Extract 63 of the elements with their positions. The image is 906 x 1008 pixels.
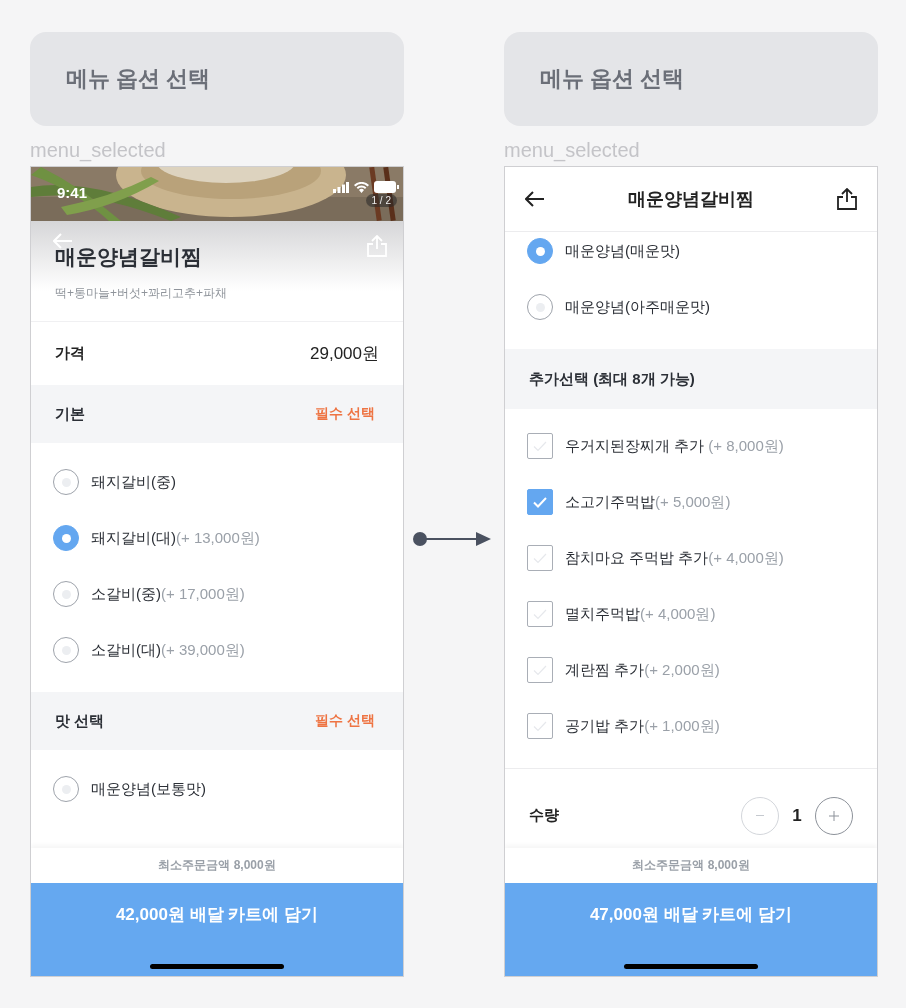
option-label[interactable]: 계란찜 추가	[565, 660, 645, 680]
check-icon	[533, 552, 547, 564]
option-label[interactable]: 매운양념(아주매운맛)	[565, 297, 710, 317]
price-label: 가격	[55, 344, 85, 363]
check-icon	[533, 720, 547, 732]
option-label[interactable]: 참치마요 주먹밥 추가	[565, 548, 709, 568]
battery-icon	[374, 181, 399, 193]
menu-title: 매운양념갈비찜	[55, 245, 203, 269]
option-price: (+ 8,000원)	[707, 436, 784, 456]
quantity-value: 1	[791, 805, 803, 826]
option-price: (+ 1,000원)	[644, 716, 720, 736]
checkbox[interactable]	[527, 545, 553, 571]
check-icon	[533, 664, 547, 676]
option-label[interactable]: 소갈비(대)	[91, 640, 161, 660]
check-icon	[533, 440, 547, 452]
decrease-button[interactable]	[741, 796, 779, 835]
radio-button[interactable]	[527, 238, 553, 264]
minimum-order-text: 최소주문금액 8,000원	[632, 857, 750, 874]
share-icon[interactable]	[837, 188, 857, 210]
price-value: 29,000원	[310, 343, 379, 365]
quantity-label: 수량	[529, 806, 559, 825]
checkbox[interactable]	[527, 433, 553, 459]
check-icon	[533, 608, 547, 620]
option-price: (+ 13,000원)	[176, 528, 260, 548]
option-label[interactable]: 소갈비(중)	[91, 584, 161, 604]
option-label[interactable]: 우거지된장찌개 추가	[565, 436, 705, 456]
menu-description: 떡+통마늘+버섯+꽈리고추+파채	[55, 285, 229, 302]
required-label: 필수 선택	[315, 712, 375, 730]
section-title: 맛 선택	[55, 711, 105, 731]
header-title: 메뉴 옵션 선택	[66, 65, 211, 93]
option-label[interactable]: 돼지갈비(중)	[91, 472, 176, 492]
checkbox[interactable]	[527, 713, 553, 739]
option-label[interactable]: 돼지갈비(대)	[91, 528, 176, 548]
option-label[interactable]: 공기밥 추가	[565, 716, 645, 736]
option-price: (+ 4,000원)	[708, 548, 784, 568]
menu-title: 매운양념갈비찜	[628, 188, 754, 211]
checkbox[interactable]	[527, 657, 553, 683]
option-price: (+ 17,000원)	[161, 584, 245, 604]
required-label: 필수 선택	[315, 405, 375, 423]
header-title: 메뉴 옵션 선택	[540, 65, 685, 93]
option-label[interactable]: 매운양념(보통맛)	[91, 779, 206, 799]
section-title: 기본	[55, 404, 85, 424]
wifi-icon	[354, 181, 369, 193]
option-price: (+ 5,000원)	[655, 492, 731, 512]
checkbox[interactable]	[527, 489, 553, 515]
option-price: (+ 2,000원)	[644, 660, 720, 680]
option-label[interactable]: 소고기주먹밥	[565, 492, 655, 512]
section-title: 추가선택 (최대 8개 가능)	[529, 369, 695, 389]
option-price: (+ 39,000원)	[161, 640, 245, 660]
minimum-order-text: 최소주문금액 8,000원	[158, 857, 276, 874]
back-arrow-icon[interactable]	[525, 191, 545, 207]
status-time: 9:41	[57, 184, 88, 201]
option-label[interactable]: 멸치주먹밥	[565, 604, 640, 624]
option-price: (+ 4,000원)	[640, 604, 716, 624]
checkbox[interactable]	[527, 601, 553, 627]
plus-icon	[829, 810, 839, 821]
signal-icon	[333, 181, 349, 193]
option-label[interactable]: 매운양념(매운맛)	[565, 241, 680, 261]
page-counter: 1 / 2	[365, 194, 397, 207]
radio-button[interactable]	[53, 525, 79, 551]
check-icon	[533, 496, 547, 508]
minus-icon	[756, 814, 764, 817]
increase-button[interactable]	[815, 796, 853, 835]
